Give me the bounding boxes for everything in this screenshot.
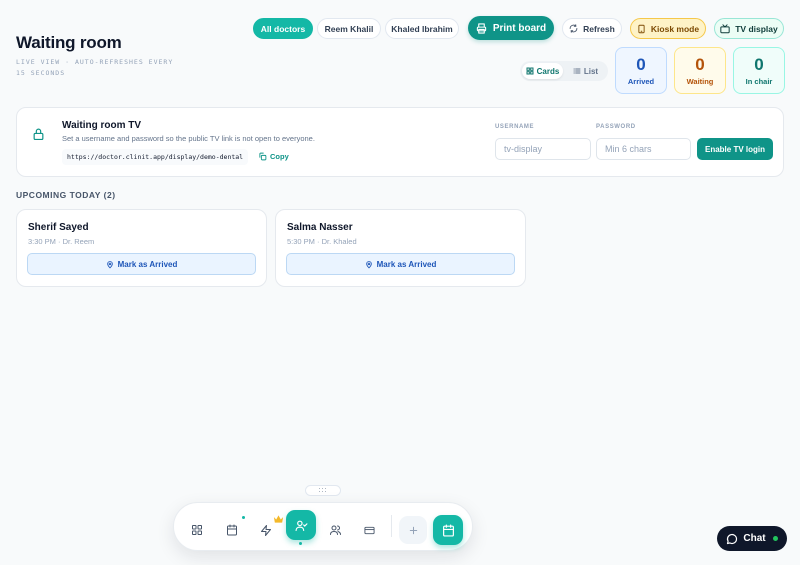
map-pin-icon: [365, 260, 373, 269]
printer-icon: [476, 22, 487, 34]
appointment-meta: 3:30 PM · Dr. Reem: [28, 237, 95, 246]
patient-name: Sherif Sayed: [28, 222, 89, 233]
chat-button[interactable]: Chat: [717, 526, 787, 551]
stat-in-chair: 0 In chair: [733, 47, 785, 94]
enable-tv-login-button[interactable]: Enable TV login: [697, 138, 773, 160]
refresh-label: Refresh: [583, 23, 615, 34]
tv-card-title: Waiting room TV: [62, 120, 142, 131]
appointment-card: Sherif Sayed 3:30 PM · Dr. Reem Mark as …: [16, 209, 267, 287]
calendar-button[interactable]: [218, 516, 246, 544]
lock-icon: [30, 126, 46, 142]
stat-waiting: 0 Waiting: [674, 47, 726, 94]
stat-waiting-label: Waiting: [686, 77, 714, 86]
copy-url-button[interactable]: Copy: [258, 152, 289, 161]
bolt-icon: [260, 524, 272, 537]
dashboard-button[interactable]: [183, 516, 211, 544]
print-board-button[interactable]: Print board: [468, 16, 554, 40]
password-input[interactable]: [596, 138, 691, 160]
stat-arrived: 0 Arrived: [615, 47, 667, 94]
grid-icon: [526, 67, 534, 75]
plus-icon: [408, 525, 419, 536]
stat-arrived-label: Arrived: [627, 77, 655, 86]
refresh-button[interactable]: Refresh: [562, 18, 622, 39]
dock-separator: [391, 515, 392, 537]
patients-button[interactable]: [321, 516, 349, 544]
user-check-icon: [294, 519, 308, 532]
copy-label: Copy: [270, 152, 289, 161]
filter-khaled-ibrahim[interactable]: Khaled Ibrahim: [385, 18, 459, 39]
copy-icon: [258, 152, 267, 161]
map-pin-icon: [106, 260, 114, 269]
mark-arrived-label: Mark as Arrived: [117, 259, 178, 269]
patient-name: Salma Nasser: [287, 222, 353, 233]
password-label: PASSWORD: [596, 124, 636, 130]
chat-label: Chat: [743, 533, 766, 544]
tablet-icon: [637, 24, 646, 34]
list-icon: [573, 67, 581, 75]
users-icon: [329, 524, 342, 536]
refresh-icon: [569, 24, 578, 33]
online-status-dot: [772, 536, 778, 541]
waiting-room-button[interactable]: [286, 510, 316, 540]
chat-bubble-icon: [726, 533, 738, 545]
tv-icon: [720, 23, 730, 34]
stat-in-chair-value: 0: [754, 55, 764, 74]
dock-drag-handle[interactable]: :::: [305, 485, 341, 496]
filter-reem-khalil[interactable]: Reem Khalil: [317, 18, 381, 39]
tv-display-label: TV display: [735, 23, 778, 34]
billing-button[interactable]: [355, 516, 383, 544]
stat-in-chair-label: In chair: [745, 77, 773, 86]
tv-display-url: https://doctor.clinit.app/display/demo-d…: [62, 149, 249, 165]
username-input[interactable]: [495, 138, 591, 160]
list-view-button[interactable]: List: [565, 63, 606, 79]
appointment-meta: 5:30 PM · Dr. Khaled: [287, 237, 357, 246]
appointment-card: Salma Nasser 5:30 PM · Dr. Khaled Mark a…: [275, 209, 526, 287]
view-toggle: Cards List: [520, 61, 608, 81]
mark-arrived-button[interactable]: Mark as Arrived: [286, 253, 515, 275]
cards-view-label: Cards: [536, 66, 560, 76]
page-subtitle: LIVE VIEW · AUTO-REFRESHES EVERY 15 SECO…: [16, 58, 174, 77]
tv-card-description: Set a username and password so the publi…: [62, 134, 315, 143]
new-appointment-button[interactable]: [433, 515, 463, 545]
list-view-label: List: [583, 66, 599, 76]
cards-view-button[interactable]: Cards: [522, 63, 563, 79]
active-indicator-dot: [299, 542, 302, 545]
calendar-icon: [226, 524, 238, 536]
add-button[interactable]: [399, 516, 427, 544]
page-title: Waiting room: [16, 33, 122, 52]
upcoming-heading: UPCOMING TODAY (2): [16, 190, 116, 200]
mark-arrived-label: Mark as Arrived: [376, 259, 437, 269]
username-label: USERNAME: [495, 124, 535, 130]
mark-arrived-button[interactable]: Mark as Arrived: [27, 253, 256, 275]
crown-icon: [273, 511, 284, 529]
card-icon: [363, 525, 376, 536]
kiosk-mode-label: Kiosk mode: [650, 23, 700, 34]
stat-arrived-value: 0: [636, 55, 646, 74]
filter-all-doctors[interactable]: All doctors: [253, 18, 313, 39]
calendar-icon: [442, 523, 455, 537]
kiosk-mode-button[interactable]: Kiosk mode: [630, 18, 706, 39]
grid-icon: [191, 524, 203, 536]
tv-display-button[interactable]: TV display: [714, 18, 784, 39]
notification-dot: [242, 516, 245, 519]
print-board-label: Print board: [492, 22, 547, 34]
stat-waiting-value: 0: [695, 55, 705, 74]
